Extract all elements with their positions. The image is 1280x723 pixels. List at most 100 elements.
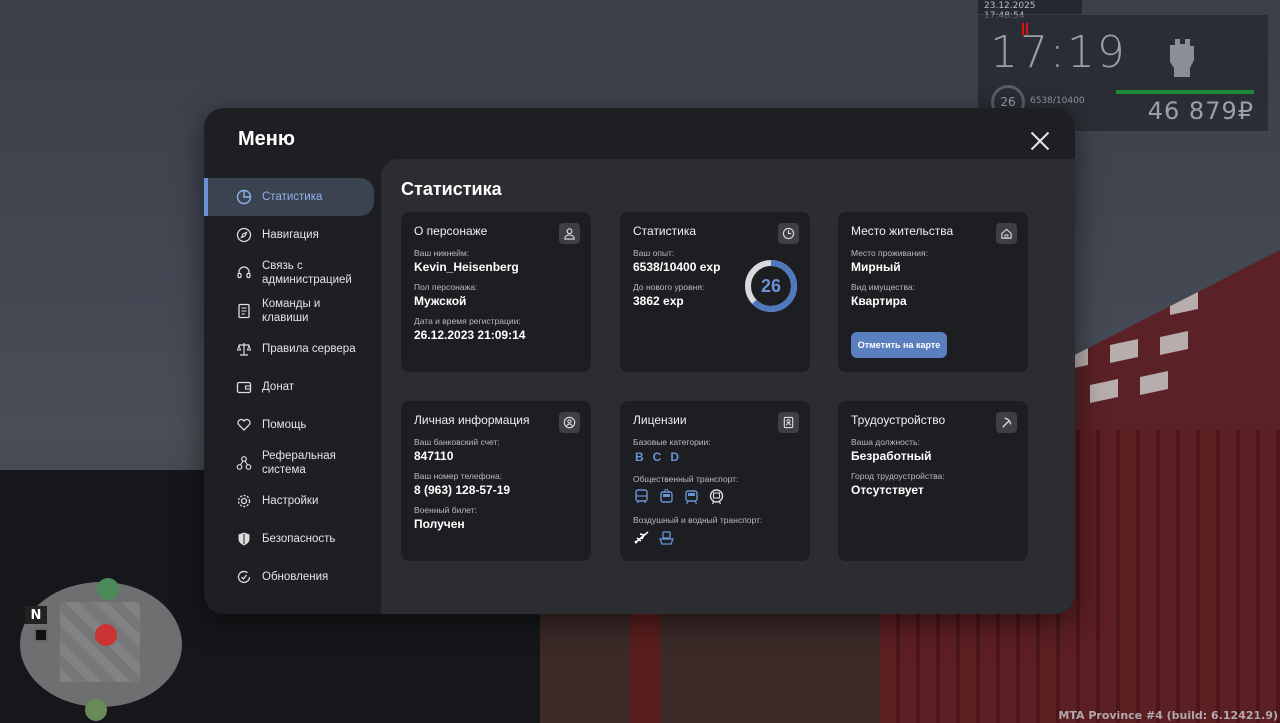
sidebar-item-commands[interactable]: Команды и клавиши: [204, 292, 374, 330]
sidebar-item-admin-contact[interactable]: Связь с администрацией: [204, 254, 374, 292]
public-transport-label: Общественный транспорт:: [633, 474, 739, 484]
position-label: Ваша должность:: [851, 437, 920, 447]
build-info: MTA Province #4 (build: 6.12421.9): [1058, 709, 1278, 722]
card-title: Лицензии: [633, 413, 687, 427]
card-licenses: Лицензии Базовые категории: B C D Общест…: [620, 401, 810, 561]
sidebar-item-rules[interactable]: Правила сервера: [204, 330, 374, 368]
sidebar-item-settings[interactable]: Настройки: [204, 482, 374, 520]
menu-title: Меню: [238, 128, 295, 150]
job-city-label: Город трудоустройства:: [851, 471, 945, 481]
bank-value: 847110: [414, 449, 454, 463]
user-icon: [559, 223, 580, 244]
air-water-icons: [633, 529, 797, 546]
nickname-label: Ваш никнейм:: [414, 248, 470, 258]
home-icon: [996, 223, 1017, 244]
minimap-hospital-icon: [95, 624, 117, 646]
content-panel: Статистика О персонаже Ваш никнейм: Kevi…: [381, 159, 1075, 614]
place-value: Мирный: [851, 260, 901, 274]
close-icon[interactable]: [1030, 131, 1050, 151]
card-statistics: Статистика Ваш опыт: 6538/10400 exp До н…: [620, 212, 810, 372]
card-personal-info: Личная информация Ваш банковский счет: 8…: [401, 401, 591, 561]
base-categories-label: Базовые категории:: [633, 437, 711, 447]
sidebar-item-label: Команды и клавиши: [262, 298, 321, 324]
category-d: D: [670, 450, 680, 464]
public-transport-icons: [633, 488, 797, 505]
gear-icon: [236, 493, 252, 509]
registration-value: 26.12.2023 21:09:14: [414, 328, 526, 342]
sidebar-item-security[interactable]: Безопасность: [204, 520, 374, 558]
page-title: Статистика: [401, 179, 502, 199]
hud-money: 46 879₽: [1147, 97, 1254, 125]
bus-icon: [633, 488, 650, 505]
refresh-check-icon: [236, 569, 252, 585]
sidebar-item-label: Связь с администрацией: [262, 260, 352, 286]
minimap-car-icon: [97, 578, 119, 600]
heart-hand-icon: [236, 417, 252, 433]
sidebar-item-label: Настройки: [262, 495, 319, 507]
registration-label: Дата и время регистрации:: [414, 316, 521, 326]
trolleybus-icon: [658, 488, 675, 505]
menu-window: Меню Статистика Навигация Связь с админи…: [204, 108, 1075, 614]
scales-icon: [236, 341, 252, 357]
military-label: Военный билет:: [414, 505, 478, 515]
military-value: Получен: [414, 517, 465, 531]
category-b: B: [635, 450, 644, 464]
phone-value: 8 (963) 128-57-19: [414, 483, 511, 497]
base-categories: B C D: [633, 450, 797, 464]
sidebar-item-label: Обновления: [262, 571, 329, 583]
hud-health-bar: [1116, 90, 1254, 94]
document-icon: [236, 303, 252, 319]
hud-datetime: 23.12.2025 17:48:54: [978, 0, 1082, 21]
card-employment: Трудоустройство Ваша должность: Безработ…: [838, 401, 1028, 561]
sidebar-item-label: Донат: [262, 381, 295, 393]
nickname-value: Kevin_Heisenberg: [414, 260, 519, 274]
card-title: Статистика: [633, 224, 697, 238]
minimap-marker-icon: [85, 699, 107, 721]
card-residence: Место жительства Место проживания: Мирны…: [838, 212, 1028, 372]
hud-clock: 17:19: [990, 27, 1127, 78]
ship-icon: [658, 529, 675, 546]
card-title: О персонаже: [414, 224, 488, 238]
level-value: 26: [760, 275, 782, 296]
pickaxe-icon: [996, 412, 1017, 433]
job-city-value: Отсутствует: [851, 483, 924, 497]
airplane-icon: [633, 529, 650, 546]
sidebar-item-label: Навигация: [262, 229, 319, 241]
user-circle-icon: [559, 412, 580, 433]
air-water-label: Воздушный и водный транспорт:: [633, 515, 763, 525]
sidebar-item-referral[interactable]: Реферальная система: [204, 444, 374, 482]
minimap-player-icon: [34, 628, 48, 642]
sidebar-item-statistics[interactable]: Статистика: [204, 178, 374, 216]
minimap-north: N: [25, 606, 47, 624]
sidebar-item-label: Реферальная система: [262, 450, 336, 476]
fist-icon: [1164, 35, 1198, 77]
sidebar-item-navigation[interactable]: Навигация: [204, 216, 374, 254]
property-value: Квартира: [851, 294, 907, 308]
background-character: [630, 610, 660, 723]
clock-icon: [778, 223, 799, 244]
sidebar: Статистика Навигация Связь с администрац…: [204, 178, 382, 596]
wallet-icon: [236, 379, 252, 395]
id-card-icon: [778, 412, 799, 433]
property-label: Вид имущества:: [851, 282, 915, 292]
hud-exp: 6538/10400: [1030, 96, 1085, 106]
category-c: C: [652, 450, 662, 464]
position-value: Безработный: [851, 449, 932, 463]
exp-label: Ваш опыт:: [633, 248, 675, 258]
card-title: Место жительства: [851, 224, 954, 238]
phone-label: Ваш номер телефона:: [414, 471, 503, 481]
mark-on-map-button[interactable]: Отметить на карте: [851, 332, 947, 358]
sidebar-item-updates[interactable]: Обновления: [204, 558, 374, 596]
sidebar-item-label: Статистика: [262, 191, 323, 203]
sidebar-item-label: Безопасность: [262, 533, 336, 545]
compass-icon: [236, 227, 252, 243]
card-title: Личная информация: [414, 413, 530, 427]
sidebar-item-donate[interactable]: Донат: [204, 368, 374, 406]
headset-icon: [236, 265, 252, 281]
card-character: О персонаже Ваш никнейм: Kevin_Heisenber…: [401, 212, 591, 372]
bank-label: Ваш банковский счет:: [414, 437, 500, 447]
gender-value: Мужской: [414, 294, 467, 308]
sidebar-item-help[interactable]: Помощь: [204, 406, 374, 444]
sidebar-item-label: Правила сервера: [262, 343, 356, 355]
tram-icon: [683, 488, 700, 505]
